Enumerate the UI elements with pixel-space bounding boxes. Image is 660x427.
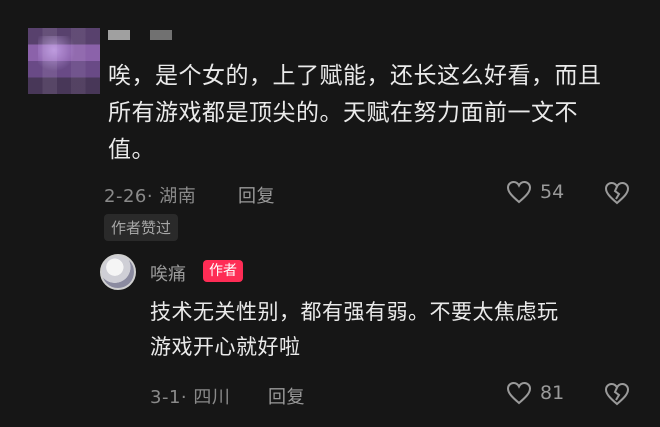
comment-line-1: 唉，是个女的，上了赋能，还长这么好看，而且 (108, 63, 602, 89)
comment-date-location: 2-26· 湖南 (104, 186, 197, 207)
author-liked-badge: 作者赞过 (104, 214, 179, 241)
reply-like-count: 81 (540, 382, 565, 404)
broken-heart-icon[interactable] (604, 181, 630, 205)
heart-icon (506, 180, 532, 204)
heart-icon (506, 381, 532, 405)
reply-text: 技术无关性别，都有强有弱。不要太焦虑玩 游戏开心就好啦 (150, 295, 630, 365)
comment-like-button[interactable]: 54 (506, 180, 564, 204)
reply-date-location: 3-1· 四川 (150, 387, 231, 408)
reply-line-1: 技术无关性别，都有强有弱。不要太焦虑玩 (150, 300, 559, 324)
comment-line-3: 值。 (108, 137, 155, 163)
comment-like-count: 54 (540, 181, 565, 203)
reply-line-2: 游戏开心就好啦 (150, 335, 301, 359)
reply-reply-button[interactable]: 回复 (268, 383, 305, 409)
comment-text: 唉，是个女的，上了赋能，还长这么好看，而且 所有游戏都是顶尖的。天赋在努力面前一… (108, 58, 628, 169)
commenter-name-blurred-2 (150, 30, 172, 40)
replier-username[interactable]: 唉痛 (150, 260, 186, 286)
comment-line-2: 所有游戏都是顶尖的。天赋在努力面前一文不 (108, 100, 578, 126)
replier-avatar[interactable] (100, 254, 136, 290)
comment-reply-button[interactable]: 回复 (238, 182, 275, 208)
author-badge: 作者 (203, 260, 243, 282)
commenter-avatar-pixelated[interactable] (28, 28, 100, 94)
commenter-name-blurred (108, 30, 130, 40)
broken-heart-icon[interactable] (604, 382, 630, 406)
reply-like-button[interactable]: 81 (506, 381, 564, 405)
